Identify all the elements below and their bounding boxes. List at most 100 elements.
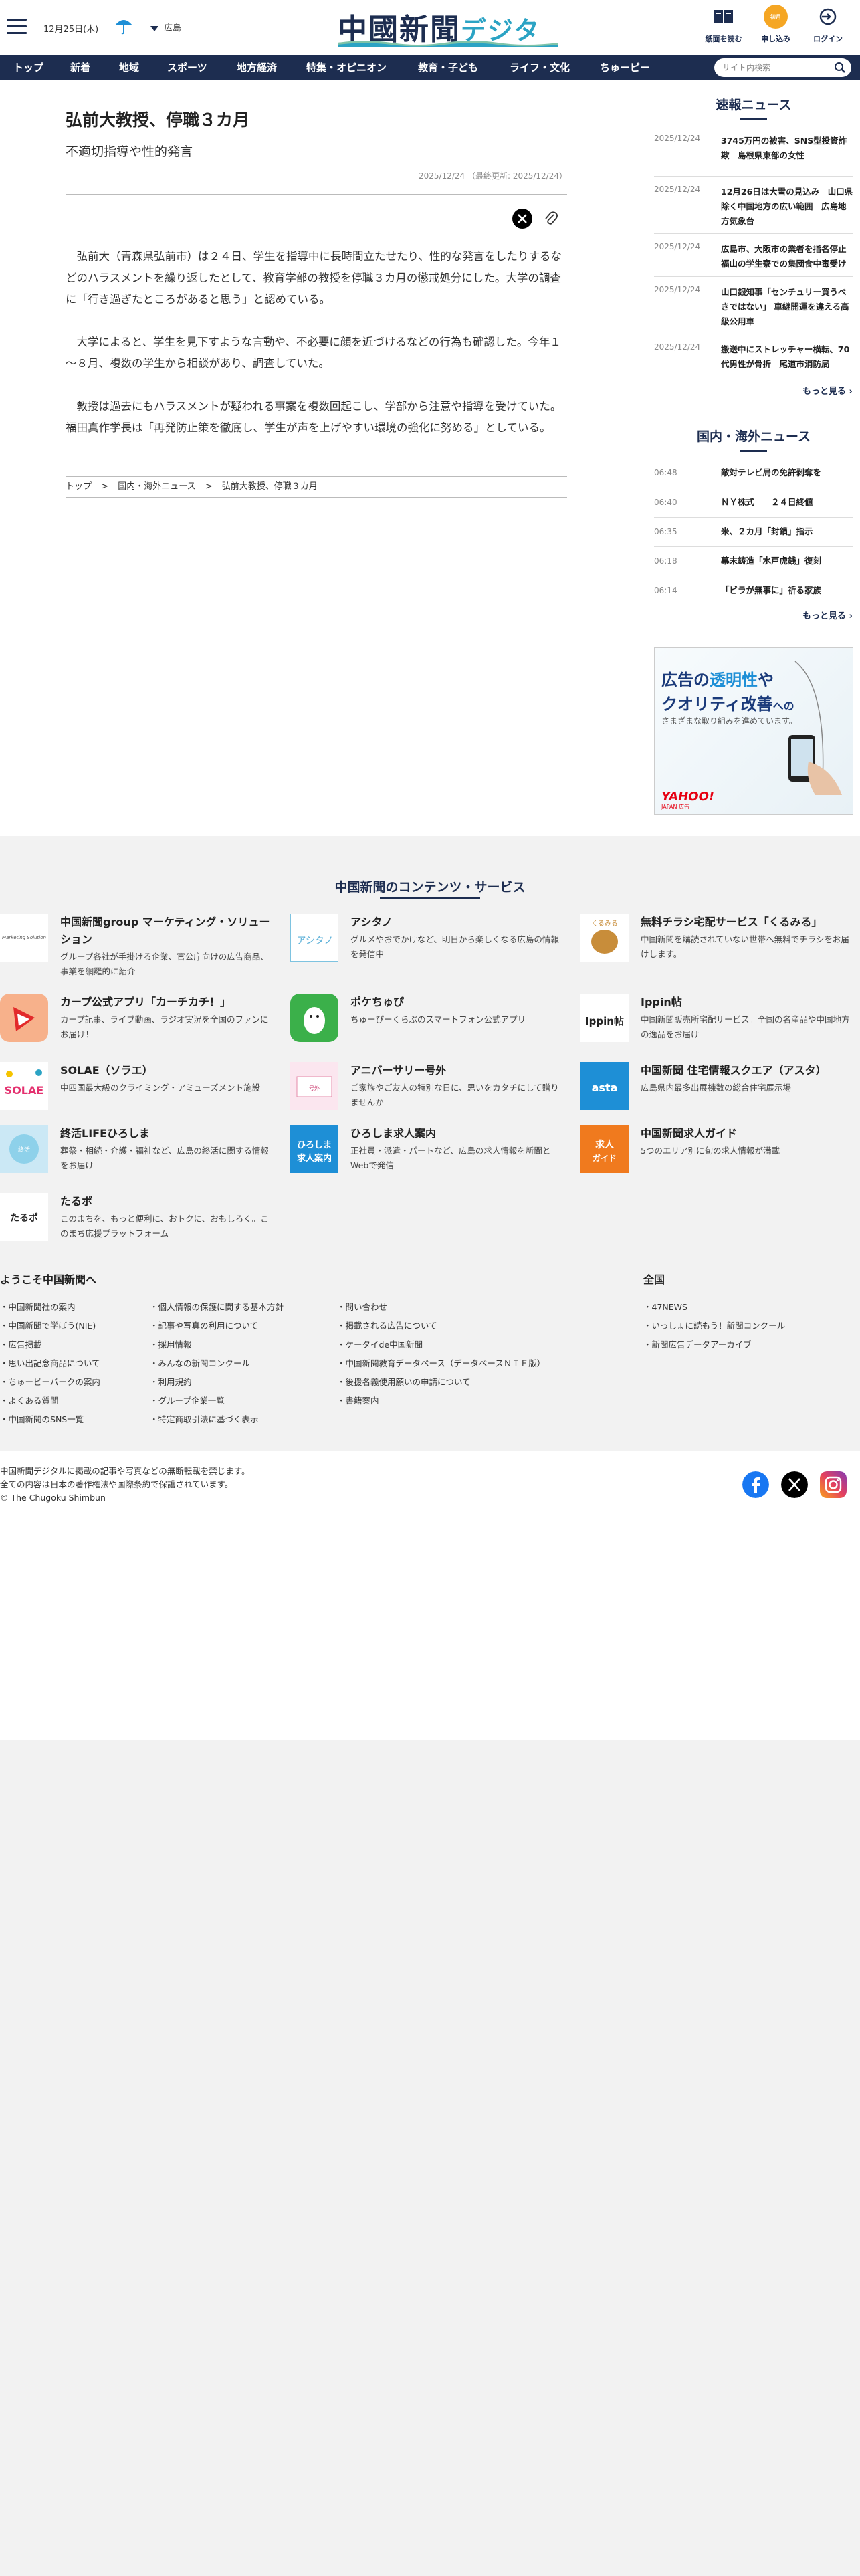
footer-link[interactable]: 中国新聞社の案内: [0, 1300, 76, 1313]
service-desc: グルメやおでかけなど、明日から楽しくなる広島の情報を発信中: [350, 934, 559, 959]
paperclip-icon[interactable]: [544, 211, 558, 227]
footer-link[interactable]: 書籍案内: [337, 1394, 379, 1406]
nav-item-latest[interactable]: 新着: [70, 55, 90, 80]
national-heading: 全国: [643, 1273, 665, 1286]
news-title: 搬送中にストレッチャー横転、70代男性が骨折 尾道市消防局: [721, 344, 850, 369]
nav-item-sports[interactable]: スポーツ: [167, 55, 207, 80]
nav-item-opinion[interactable]: 特集・オピニオン: [306, 55, 387, 80]
footer-link[interactable]: 問い合わせ: [337, 1300, 388, 1313]
footer-link[interactable]: 中国新聞教育データベース（データベースＮＩＥ版）: [337, 1356, 546, 1369]
header-date: 12月25日(木): [43, 25, 99, 35]
news-item[interactable]: 2025/12/24 12月26日は大雪の見込み 山口県除く中国地方の広い範囲 …: [654, 177, 853, 234]
svg-text:初月: 初月: [770, 13, 781, 20]
article-body: 弘前大（青森県弘前市）は２４日、学生を指導中に長時間立たせたり、性的な発言をした…: [66, 246, 567, 460]
ad-banner[interactable]: 広告の透明性や クオリティ改善への さまざまな取り組みを進めています。 YAHO…: [654, 647, 853, 815]
read-paper-button[interactable]: 紙面を読む: [701, 4, 746, 44]
service-title: ポケちゅぴ: [350, 996, 405, 1008]
signup-button[interactable]: 初月 申し込み: [753, 4, 798, 44]
footer-link[interactable]: 採用情報: [150, 1337, 192, 1350]
service-desc: このまちを、もっと便利に、おトクに、おもしろく。このまち応援プラットフォーム: [60, 1214, 269, 1239]
service-item[interactable]: アシタノ アシタノ グルメやおでかけなど、明日から楽しくなる広島の情報を発信中: [290, 914, 559, 987]
nav-item-chupy[interactable]: ちゅーピー: [600, 55, 650, 80]
login-icon: [819, 8, 837, 25]
news-item[interactable]: 06:40 ＮＹ株式 ２４日終値: [654, 488, 853, 518]
service-item[interactable]: くるみる 無料チラシ宅配サービス「くるみる」 中国新聞を購読されていない世帯へ無…: [580, 914, 849, 987]
service-item[interactable]: 終活 終活LIFEひろしま 葬祭・相続・介護・福祉など、広島の終活に関する情報を…: [0, 1125, 269, 1182]
news-item[interactable]: 06:35 米、２カ月「封鎖」指示: [654, 518, 853, 547]
x-logo-icon[interactable]: [781, 1471, 808, 1498]
service-item[interactable]: ポケちゅぴ ちゅーぴーくらぶのスマートフォン公式アプリ: [290, 994, 558, 1051]
search-input[interactable]: [722, 61, 829, 74]
service-item[interactable]: Marketing Solution 中国新聞group マーケティング・ソリュ…: [0, 914, 270, 987]
nav-item-region[interactable]: 地域: [119, 55, 139, 80]
menu-icon[interactable]: [7, 19, 27, 35]
nav-item-culture[interactable]: ライフ・文化: [510, 55, 570, 80]
news-time: 06:14: [654, 586, 677, 595]
service-item[interactable]: asta 中国新聞 住宅情報スクエア（アスタ） 広島県内最多出展棟数の総合住宅展…: [580, 1062, 848, 1113]
nav-item-education[interactable]: 教育・子ども: [418, 55, 478, 80]
news-item[interactable]: 06:14 「ビラが無事に」祈る家族: [654, 576, 853, 606]
footer-link[interactable]: 後援名義使用願いの申請について: [337, 1375, 471, 1388]
service-item[interactable]: たるポ たるポ このまちを、もっと便利に、おトクに、おもしろく。このまち応援プラ…: [0, 1193, 269, 1247]
service-item[interactable]: Ippin帖 Ippin帖 中国新聞販売所宅配サービス。全国の名産品や中国地方の…: [580, 994, 850, 1051]
svg-text:ガイド: ガイド: [593, 1153, 617, 1163]
copyright-text: 全ての内容は日本の著作権法や国際条約で保護されています。: [0, 1479, 233, 1489]
svg-text:求人案内: 求人案内: [297, 1153, 332, 1164]
news-time: 06:35: [654, 527, 677, 536]
news-item[interactable]: 2025/12/24 3745万円の被害、SNS型投資詐欺 島根県東部の女性: [654, 134, 853, 177]
footer-link[interactable]: 思い出記念商品について: [0, 1356, 100, 1369]
footer-link[interactable]: よくある質問: [0, 1394, 59, 1406]
news-item[interactable]: 2025/12/24 山口銀知事「センチュリー買うべきではない」 車継開運を違え…: [654, 277, 853, 334]
footer-link[interactable]: グループ企業一覧: [150, 1394, 225, 1406]
news-item[interactable]: 2025/12/24 搬送中にストレッチャー横転、70代男性が骨折 尾道市消防局: [654, 334, 853, 377]
chevron-right-icon: ›: [849, 387, 853, 397]
footer-link[interactable]: 47NEWS: [643, 1300, 687, 1313]
footer-link[interactable]: 中国新聞で学ぼう(NIE): [0, 1319, 96, 1331]
footer-link[interactable]: 個人情報の保護に関する基本方針: [150, 1300, 284, 1313]
search-icon[interactable]: [834, 62, 846, 74]
news-item[interactable]: 2025/12/24 広島市、大阪市の業者を指名停止 福山の学生寮での集団食中毒…: [654, 234, 855, 277]
service-desc: 葬祭・相続・介護・福祉など、広島の終活に関する情報をお届け: [60, 1146, 269, 1170]
footer-link[interactable]: 掲載される広告について: [337, 1319, 437, 1331]
footer-link[interactable]: 記事や写真の利用について: [150, 1319, 259, 1331]
footer-link[interactable]: ちゅーピーパークの案内: [0, 1375, 100, 1388]
service-item[interactable]: 号外 アニバーサリー号外 ご家族やご友人の特別な日に、思いをカタチにして贈りませ…: [290, 1062, 559, 1113]
breadcrumb-top[interactable]: トップ: [66, 481, 92, 492]
nav-item-economy[interactable]: 地方経済: [237, 55, 277, 80]
share-x-button[interactable]: [512, 209, 532, 229]
footer-link[interactable]: みんなの新聞コンクール: [150, 1356, 251, 1369]
footer-link[interactable]: いっしょに読もう！新聞コンクール: [643, 1319, 786, 1331]
footer-link[interactable]: 特定商取引法に基づく表示: [150, 1412, 259, 1425]
footer-link[interactable]: 広告掲載: [0, 1337, 42, 1350]
footer-link[interactable]: 利用規約: [150, 1375, 192, 1388]
service-item[interactable]: ひろしま 求人案内 ひろしま求人案内 正社員・派遣・パートなど、広島の求人情報を新…: [290, 1125, 558, 1182]
svg-text:ひろしま: ひろしま: [297, 1140, 332, 1150]
asta-logo: asta: [580, 1062, 629, 1110]
breaking-more-link[interactable]: もっと見る ›: [802, 384, 853, 397]
svg-text:asta: asta: [592, 1081, 618, 1094]
service-desc: 広島県内最多出展棟数の総合住宅展示場: [641, 1083, 792, 1093]
facebook-icon[interactable]: [742, 1471, 769, 1498]
news-title: 「ビラが無事に」祈る家族: [721, 585, 822, 595]
news-item[interactable]: 06:18 幕末鋳造「水戸虎銭」復刻: [654, 547, 853, 576]
nav-item-top[interactable]: トップ: [13, 55, 43, 80]
footer-link[interactable]: 新聞広告データアーカイブ: [643, 1337, 752, 1350]
service-item[interactable]: 求人 ガイド 中国新聞求人ガイド 5つのエリア別に旬の求人情報が満載: [580, 1125, 848, 1182]
breadcrumb-category[interactable]: 国内・海外ニュース: [118, 481, 195, 492]
intl-more-link[interactable]: もっと見る ›: [802, 609, 853, 621]
service-title: 無料チラシ宅配サービス「くるみる」: [641, 916, 823, 928]
service-item[interactable]: SOLAE SOLAE（ソラエ） 中四国最大級のクライミング・アミューズメント施…: [0, 1062, 267, 1113]
search-box: [714, 58, 851, 77]
umbrella-icon: [115, 20, 132, 35]
login-button[interactable]: ログイン: [805, 4, 851, 44]
footer-link[interactable]: ケータイde中国新聞: [337, 1337, 423, 1350]
service-desc: 中四国最大級のクライミング・アミューズメント施設: [60, 1083, 261, 1093]
site-logo[interactable]: 中國新聞デジタル: [338, 5, 558, 84]
svg-text:SOLAE: SOLAE: [5, 1084, 44, 1097]
region-select[interactable]: 広島: [150, 21, 181, 33]
ippincho-logo: Ippin帖: [580, 994, 629, 1042]
service-item[interactable]: カープ公式アプリ「カーチカチ！」 カープ記事、ライブ動画、ラジオ実況を全国のファ…: [0, 994, 269, 1051]
footer-link[interactable]: 中国新聞のSNS一覧: [0, 1412, 84, 1425]
news-item[interactable]: 06:48 敵対テレビ局の免許剥奪を: [654, 459, 853, 488]
instagram-icon[interactable]: [820, 1471, 847, 1498]
